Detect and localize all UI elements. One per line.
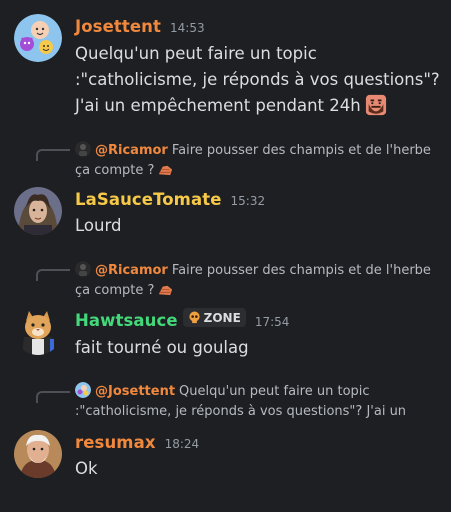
- avatar-resumax[interactable]: [14, 430, 62, 478]
- reply-mention[interactable]: @Ricamor: [95, 263, 168, 278]
- avatar-hawtsauce[interactable]: [14, 307, 62, 355]
- timestamp: 17:54: [254, 315, 290, 329]
- skull-icon: [189, 311, 200, 324]
- bearded-face-emoji-icon: [365, 94, 386, 116]
- reply-preview[interactable]: @Josettent Quelqu'un peut faire un topic …: [75, 382, 435, 422]
- username[interactable]: Hawtsauce: [75, 311, 178, 330]
- timestamp: 18:24: [164, 437, 200, 451]
- message-text: Ok: [75, 459, 98, 478]
- username[interactable]: resumax: [75, 433, 156, 452]
- message-text: Lourd: [75, 216, 122, 235]
- server-tag[interactable]: ZONE: [182, 308, 246, 327]
- cat-avatar-icon: [14, 307, 62, 355]
- reply-preview[interactable]: @Ricamor Faire pousser des champis et de …: [75, 261, 435, 301]
- reply-mention[interactable]: @Josettent: [95, 384, 175, 399]
- reply-connector: [36, 391, 70, 403]
- message-content: Quelqu'un peut faire un topic :"catholic…: [75, 41, 443, 119]
- username[interactable]: Josettent: [75, 17, 161, 36]
- emoji-faces-avatar-icon: [14, 14, 62, 62]
- reply-connector: [36, 269, 70, 281]
- portrait-avatar-icon: [14, 187, 62, 235]
- reply-preview[interactable]: @Ricamor Faire pousser des champis et de …: [75, 141, 435, 181]
- timestamp: 15:32: [230, 194, 266, 208]
- message-text: fait tourné ou goulag: [75, 338, 249, 357]
- server-tag-label: ZONE: [203, 310, 241, 325]
- reply-avatar-josettent: [75, 382, 91, 398]
- reply-avatar-ricamor: [75, 261, 91, 277]
- timestamp: 14:53: [170, 21, 205, 35]
- flexed-arm-emoji-icon: [159, 285, 173, 296]
- old-man-avatar-icon: [14, 430, 62, 478]
- reply-avatar-ricamor: [75, 141, 91, 157]
- flexed-arm-emoji-icon: [159, 165, 173, 176]
- avatar-lasaucetomate[interactable]: [14, 187, 62, 235]
- avatar-josettent[interactable]: [14, 14, 62, 62]
- username[interactable]: LaSauceTomate: [75, 190, 222, 209]
- reply-mention[interactable]: @Ricamor: [95, 143, 168, 158]
- reply-connector: [36, 149, 70, 161]
- chat-log: Josettent 14:53 Quelqu'un peut faire un …: [0, 0, 451, 512]
